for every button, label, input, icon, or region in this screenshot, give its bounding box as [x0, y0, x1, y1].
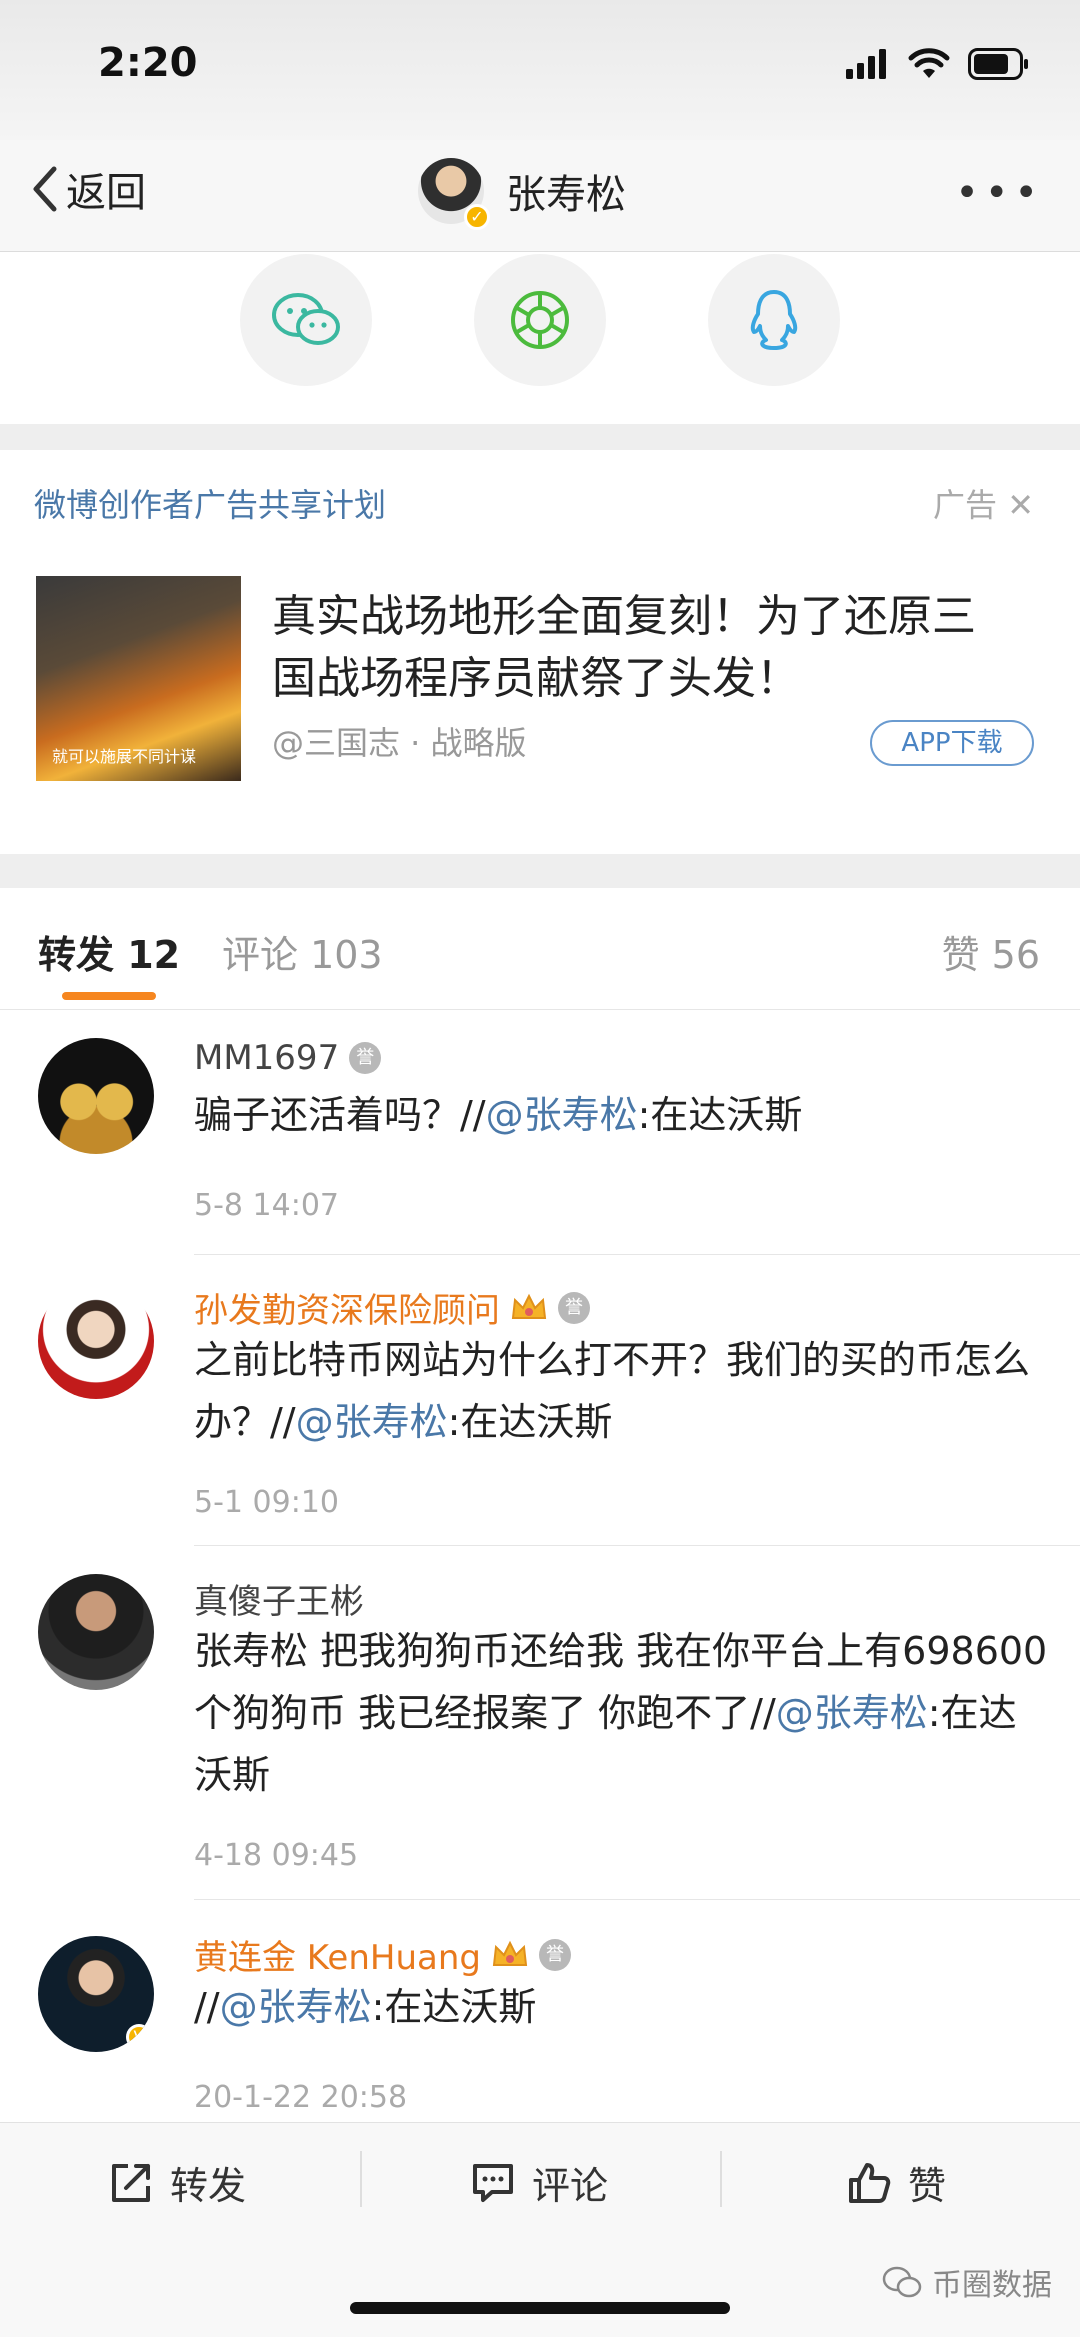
list-item[interactable]: 真傻子王彬 张寿松 把我狗狗币还给我 我在你平台上有698600个狗狗币 我已经… — [0, 1546, 1080, 1900]
timestamp: 20-1-22 20:58 — [194, 2080, 408, 2115]
repost-text-suffix: :在达沃斯 — [447, 1400, 613, 1444]
share-qq-button[interactable] — [708, 254, 840, 386]
repost-text-suffix: :在达沃斯 — [637, 1093, 803, 1137]
repost-text: 之前比特币网站为什么打不开？我们的买的币怎么办？//@张寿松:在达沃斯 — [194, 1329, 1054, 1453]
mention-link[interactable]: @张寿松 — [776, 1691, 928, 1735]
username-text: MM1697 — [194, 1038, 340, 1078]
list-item[interactable]: 孙发勤资深保险顾问 誉 之前比特币网站为什么打不开？我们的买的币怎么办？//@张… — [0, 1255, 1080, 1546]
crown-icon — [510, 1292, 548, 1324]
close-icon: ✕ — [1007, 486, 1034, 524]
like-button[interactable]: 赞 — [846, 2155, 946, 2210]
share-arrow-icon — [112, 2163, 150, 2202]
timestamp: 4-18 09:45 — [194, 1838, 359, 1873]
comment-button-label: 评论 — [532, 2164, 609, 2208]
username[interactable]: 孙发勤资深保险顾问 誉 — [194, 1283, 590, 1332]
repost-text-suffix: :在达沃斯 — [371, 1985, 537, 2029]
username[interactable]: 真傻子王彬 — [194, 1574, 364, 1623]
ad-program-label: 微博创作者广告共享计划 — [34, 486, 387, 524]
list-item[interactable]: V 黄连金 KenHuang 誉 //@张寿松:在达沃斯 20-1-22 20:… — [0, 1900, 1080, 2120]
signal-icon — [846, 49, 886, 79]
repost-button-label: 转发 — [170, 2164, 247, 2208]
repost-text: 张寿松 把我狗狗币还给我 我在你平台上有698600个狗狗币 我已经报案了 你跑… — [194, 1620, 1054, 1806]
page-title: 张寿松 — [506, 172, 626, 218]
repost-button[interactable]: 转发 — [108, 2155, 246, 2210]
watermark-text: 币圈数据 — [932, 2268, 1052, 2303]
ad-card[interactable]: 微博创作者广告共享计划 广告 ✕ 就可以施展不同计谋 真实战场地形全面复刻！为了… — [0, 450, 1080, 854]
medal-icon: 誉 — [558, 1291, 590, 1324]
moments-icon — [511, 291, 569, 349]
comment-icon — [473, 2163, 513, 2202]
avatar[interactable]: V — [38, 1936, 154, 2052]
section-divider — [0, 424, 1080, 450]
tab-like[interactable]: 赞 56 — [942, 924, 1040, 979]
repost-text-body: // — [194, 1985, 220, 2029]
ad-thumbnail[interactable]: 就可以施展不同计谋 — [36, 576, 241, 781]
verified-badge-icon: ✓ — [464, 204, 490, 230]
qq-icon — [750, 290, 798, 350]
username-text: 真傻子王彬 — [194, 1582, 364, 1622]
section-divider — [0, 854, 1080, 888]
tab-bar: 转发 12 评论 103 赞 56 — [0, 888, 1080, 1010]
avatar[interactable] — [38, 1283, 154, 1399]
list-item[interactable]: MM1697 誉 骗子还活着吗？//@张寿松:在达沃斯 5-8 14:07 — [0, 1010, 1080, 1255]
timestamp: 5-1 09:10 — [194, 1485, 339, 1520]
back-button[interactable]: 返回 — [30, 160, 146, 218]
username-text: 黄连金 KenHuang — [194, 1938, 481, 1978]
nav-user[interactable]: ✓ 张寿松 — [418, 158, 626, 230]
username[interactable]: 黄连金 KenHuang 誉 — [194, 1930, 571, 1979]
battery-icon — [968, 48, 1028, 80]
status-icons — [846, 48, 1030, 80]
username-text: 孙发勤资深保险顾问 — [194, 1291, 500, 1331]
avatar: ✓ — [418, 158, 490, 230]
repost-text: 骗子还活着吗？//@张寿松:在达沃斯 — [194, 1084, 1054, 1146]
watermark: 币圈数据 — [882, 2260, 1052, 2304]
like-button-label: 赞 — [908, 2164, 947, 2208]
tab-comment[interactable]: 评论 103 — [222, 924, 383, 979]
ad-title[interactable]: 真实战场地形全面复刻！为了还原三国战场程序员献祭了头发！ — [272, 586, 1012, 710]
thumbs-up-icon — [849, 2162, 891, 2203]
share-row — [0, 252, 1080, 424]
repost-text-body: 骗子还活着吗？// — [194, 1093, 486, 1137]
share-wechat-button[interactable] — [240, 254, 372, 386]
ad-source: @三国志 · 战略版 — [272, 724, 527, 762]
divider — [360, 2151, 362, 2207]
username[interactable]: MM1697 誉 — [194, 1038, 382, 1078]
mention-link[interactable]: @张寿松 — [486, 1093, 638, 1137]
back-label: 返回 — [66, 170, 146, 216]
status-bar: 2:20 — [0, 0, 1080, 140]
chevron-left-icon — [33, 166, 57, 212]
nav-bar: 返回 ✓ 张寿松 ••• — [0, 140, 1080, 252]
divider — [720, 2151, 722, 2207]
ad-tag-label: 广告 — [933, 486, 998, 524]
medal-icon: 誉 — [349, 1042, 382, 1074]
app-download-button[interactable]: APP下载 — [870, 720, 1034, 766]
tab-active-indicator — [62, 992, 156, 1000]
wifi-icon — [908, 48, 950, 78]
tab-repost[interactable]: 转发 12 — [38, 924, 180, 979]
wechat-icon — [882, 2266, 922, 2298]
wechat-icon — [272, 293, 340, 345]
avatar[interactable] — [38, 1574, 154, 1690]
mention-link[interactable]: @张寿松 — [220, 1985, 372, 2029]
medal-icon: 誉 — [538, 1938, 571, 1971]
verified-badge-icon: V — [126, 2024, 152, 2050]
mention-link[interactable]: @张寿松 — [296, 1400, 448, 1444]
avatar[interactable] — [38, 1038, 154, 1154]
comment-button[interactable]: 评论 — [470, 2155, 608, 2210]
ad-close-button[interactable]: 广告 ✕ — [933, 480, 1034, 526]
ad-thumbnail-caption: 就可以施展不同计谋 — [52, 747, 197, 766]
share-moments-button[interactable] — [474, 254, 606, 386]
timestamp: 5-8 14:07 — [194, 1188, 339, 1223]
crown-icon — [491, 1939, 529, 1971]
more-icon[interactable]: ••• — [955, 170, 1044, 216]
repost-text: //@张寿松:在达沃斯 — [194, 1976, 1054, 2038]
status-time: 2:20 — [98, 40, 198, 86]
home-indicator[interactable] — [350, 2302, 730, 2314]
